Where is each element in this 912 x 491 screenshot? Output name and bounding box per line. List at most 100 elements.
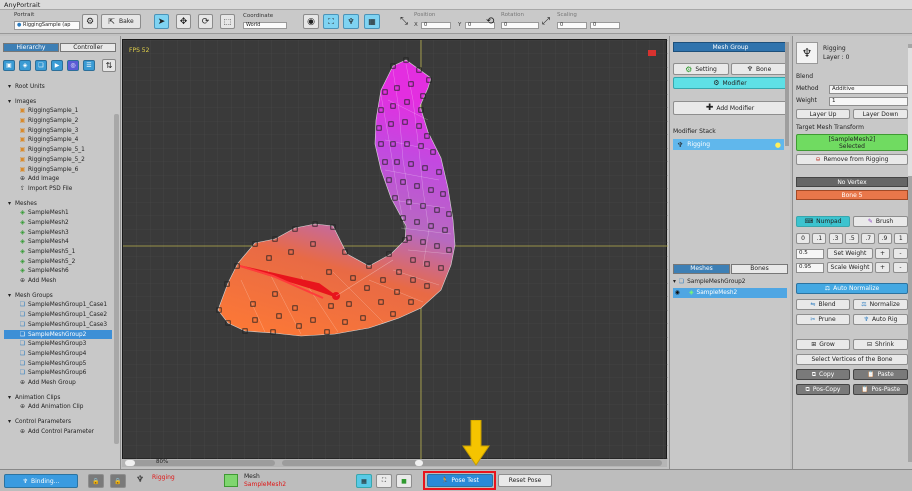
brush-button[interactable]: ✎ Brush: [853, 216, 908, 227]
modifier-stack-item[interactable]: ♆ Rigging ●: [673, 139, 784, 150]
auto-rig-button[interactable]: ♆ Auto Rig: [853, 314, 908, 325]
tree-mesh-row[interactable]: ◉ ◈ SampleMesh2: [673, 288, 787, 298]
scale-tool-button[interactable]: ⬚: [220, 14, 235, 29]
tree-item[interactable]: ⊕ Add Animation Clip: [4, 402, 112, 412]
onion-button[interactable]: ◉: [303, 14, 319, 29]
grow-button[interactable]: ⊞ Grow: [796, 339, 850, 350]
tree-item[interactable]: ❏ SampleMeshGroup5: [4, 359, 112, 369]
select-vertices-button[interactable]: Select Vertices of the Bone: [796, 354, 908, 365]
tree-item[interactable]: ❏ SampleMeshGroup1_Case3: [4, 320, 112, 330]
tree-item[interactable]: ❏ SampleMeshGroup4: [4, 349, 112, 359]
sort-button[interactable]: ⇅: [102, 59, 116, 72]
copy-button[interactable]: ⧉ Copy: [796, 369, 850, 380]
tree-item[interactable]: ▣ RiggingSample_1: [4, 106, 112, 116]
vertex-edit-button[interactable]: ⛶: [323, 14, 339, 29]
rotation-field[interactable]: 0: [501, 22, 539, 29]
settings-button[interactable]: ⚙: [82, 14, 98, 29]
filter-animation-button[interactable]: ▶: [51, 60, 63, 71]
tree-item[interactable]: ◈ SampleMesh4: [4, 237, 112, 247]
bone-button[interactable]: ♆ Bone: [731, 63, 787, 75]
tree-item[interactable]: ◈ SampleMesh5_2: [4, 257, 112, 267]
tree-section-header[interactable]: ▾ Control Parameters: [4, 417, 112, 427]
filter-param-button[interactable]: ◎: [67, 60, 79, 71]
zoom-slider-handle[interactable]: [125, 460, 135, 466]
tree-item[interactable]: ▣ RiggingSample_5_2: [4, 155, 112, 165]
filter-all-button[interactable]: ☰: [83, 60, 95, 71]
tree-item[interactable]: ⊕ Add Image: [4, 174, 112, 184]
shrink-button[interactable]: ⊟ Shrink: [853, 339, 908, 350]
position-x-field[interactable]: 0: [421, 22, 451, 29]
move-tool-button[interactable]: ✥: [176, 14, 191, 29]
tree-section-header[interactable]: ▾ Mesh Groups: [4, 291, 112, 301]
tree-item[interactable]: ❏ SampleMeshGroup1_Case1: [4, 300, 112, 310]
tree-item[interactable]: ▣ RiggingSample_4: [4, 135, 112, 145]
pos-copy-button[interactable]: ⧉ Pos-Copy: [796, 384, 850, 395]
filter-images-button[interactable]: ▣: [3, 60, 15, 71]
tree-item[interactable]: ❏ SampleMeshGroup3: [4, 339, 112, 349]
paste-button[interactable]: 📋 Paste: [853, 369, 908, 380]
numpad-key[interactable]: .1: [812, 233, 827, 244]
tree-section-header[interactable]: ▾ Root Units: [4, 82, 112, 92]
tab-bones[interactable]: Bones: [731, 264, 788, 274]
numpad-key[interactable]: .5: [844, 233, 859, 244]
mg-scrollbar[interactable]: [785, 42, 789, 146]
layer-down-button[interactable]: Layer Down: [853, 109, 908, 119]
remove-from-rigging-button[interactable]: ⊖ Remove from Rigging: [796, 154, 908, 165]
add-modifier-button[interactable]: ✚ Add Modifier: [673, 101, 787, 115]
tree-item[interactable]: ◈ SampleMesh3: [4, 228, 112, 238]
scale-minus-button[interactable]: -: [893, 262, 908, 273]
numpad-button[interactable]: ⌨ Numpad: [796, 216, 850, 227]
zoom-slider[interactable]: [125, 460, 275, 466]
normalize-button[interactable]: ⚖ Normalize: [853, 299, 908, 310]
tree-item[interactable]: ❏ SampleMeshGroup6: [4, 368, 112, 378]
tree-group-row[interactable]: ▾ ❏ SampleMeshGroup2: [673, 277, 787, 287]
method-select[interactable]: Additive: [829, 85, 908, 94]
tree-item[interactable]: ◈ SampleMesh5_1: [4, 247, 112, 257]
bake-button[interactable]: ⇱ Bake: [101, 14, 141, 29]
view-bone-toggle[interactable]: ⛶: [376, 474, 392, 488]
bulb-icon[interactable]: ●: [775, 141, 781, 149]
select-tool-button[interactable]: ➤: [154, 14, 169, 29]
inspector-scrollbar[interactable]: [908, 44, 912, 462]
tree-item[interactable]: ◈ SampleMesh6: [4, 266, 112, 276]
weight-field[interactable]: 1: [829, 97, 908, 106]
portrait-select[interactable]: ● RiggingSample (ap: [14, 21, 80, 30]
tree-item[interactable]: ▣ RiggingSample_6: [4, 165, 112, 175]
viewport-canvas[interactable]: FPS 52: [123, 40, 668, 460]
tree-item[interactable]: ⊕ Add Mesh Group: [4, 378, 112, 388]
set-weight-button[interactable]: Set Weight: [827, 248, 873, 259]
h-scroll-handle[interactable]: [415, 460, 423, 466]
tree-item[interactable]: ◈ SampleMesh2: [4, 218, 112, 228]
filter-groups-button[interactable]: ❏: [35, 60, 47, 71]
lock2-button[interactable]: 🔒: [110, 474, 126, 488]
scaling-x-field[interactable]: 0: [557, 22, 587, 29]
inspector-scroll-handle[interactable]: [908, 48, 912, 176]
view-vertex-toggle[interactable]: ■: [396, 474, 412, 488]
lock-button[interactable]: 🔒: [88, 474, 104, 488]
mesh-edit-button[interactable]: ▦: [364, 14, 380, 29]
tree-item[interactable]: ❏ SampleMeshGroup2: [4, 329, 112, 340]
tree-section-header[interactable]: ▾ Animation Clips: [4, 393, 112, 403]
auto-normalize-button[interactable]: ⚖ Auto Normalize: [796, 283, 908, 294]
view-mesh-toggle[interactable]: ▦: [356, 474, 372, 488]
scale-plus-button[interactable]: +: [875, 262, 890, 273]
numpad-key[interactable]: 0: [796, 233, 810, 244]
tab-meshes[interactable]: Meshes: [673, 264, 730, 274]
rotate-tool-button[interactable]: ⟳: [198, 14, 213, 29]
hierarchy-scrollbar[interactable]: [114, 114, 119, 444]
selected-bone[interactable]: Bone 5: [796, 190, 908, 200]
modifier-button[interactable]: ⚙ Modifier: [673, 77, 787, 89]
scale-weight-button[interactable]: Scale Weight: [827, 262, 873, 273]
pose-test-button[interactable]: 🏃 Pose Test: [427, 474, 493, 487]
binding-button[interactable]: ♆ Binding...: [4, 474, 78, 488]
tree-section-header[interactable]: ▾ Meshes: [4, 199, 112, 209]
layer-up-button[interactable]: Layer Up: [796, 109, 850, 119]
blend-button[interactable]: ⇋ Blend: [796, 299, 850, 310]
tree-item[interactable]: ◈ SampleMesh1: [4, 208, 112, 218]
numpad-key[interactable]: .3: [828, 233, 843, 244]
tree-item[interactable]: ▣ RiggingSample_5_1: [4, 145, 112, 155]
tree-section-header[interactable]: ▾ Images: [4, 97, 112, 107]
reset-pose-button[interactable]: Reset Pose: [498, 474, 552, 487]
tab-controller[interactable]: Controller: [60, 43, 116, 52]
setting-button[interactable]: ⚙ Setting: [673, 63, 729, 75]
